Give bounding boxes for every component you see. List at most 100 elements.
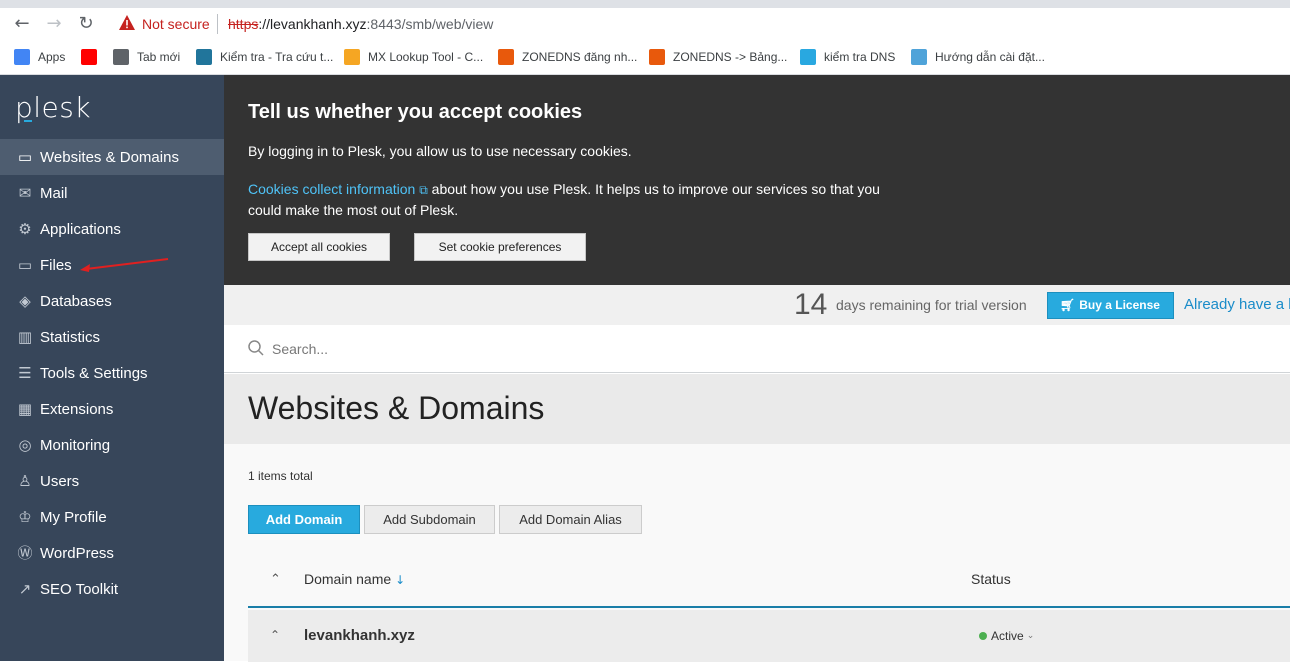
sidebar-item-mail[interactable]: ✉ Mail (0, 175, 224, 211)
bookmark-item[interactable]: Apps (14, 48, 65, 66)
sidebar-item-label: Extensions (40, 400, 114, 418)
column-domain-name[interactable]: Domain name ↓ (304, 571, 405, 587)
add-domain-button[interactable]: Add Domain (248, 505, 360, 534)
sidebar-item-tools-settings[interactable]: ☰ Tools & Settings (0, 355, 224, 391)
warning-icon[interactable] (118, 14, 136, 32)
collapse-all-icon[interactable]: ⌃ (270, 572, 281, 587)
sidebar-item-applications[interactable]: ⚙ Applications (0, 211, 224, 247)
bar-chart-icon: ▥ (17, 328, 33, 346)
sidebar-item-monitoring[interactable]: ◎ Monitoring (0, 427, 224, 463)
sidebar-item-label: Applications (40, 220, 121, 238)
bookmark-label: MX Lookup Tool - C... (368, 50, 484, 64)
seo-icon: ↗ (18, 580, 32, 598)
sidebar-item-statistics[interactable]: ▥ Statistics (0, 319, 224, 355)
sidebar-item-label: Files (40, 256, 72, 274)
wordpress-icon: Ⓦ (17, 544, 33, 562)
annotation-arrow (80, 258, 169, 272)
accept-cookies-button[interactable]: Accept all cookies (248, 233, 390, 261)
already-have-license-link[interactable]: Already have a li (1184, 296, 1290, 313)
sidebar-item-label: Tools & Settings (40, 364, 148, 382)
bookmarks-bar: Apps Tab mới Kiểm tra - Tra cứu t... MX Loo… (0, 38, 1290, 75)
sidebar: plesk ▭ Websites & Domains ✉ Mail ⚙ Applicati… (0, 75, 224, 661)
trial-days-count: 14 (794, 288, 828, 321)
sidebar-item-label: Mail (40, 184, 68, 202)
dns-check-icon (800, 49, 816, 65)
sidebar-item-websites-domains[interactable]: ▭ Websites & Domains (0, 139, 224, 175)
trial-bar: 14 days remaining for trial version 🛒︎ Bu… (224, 285, 1290, 325)
bookmark-label: Kiểm tra - Tra cứu t... (220, 50, 334, 64)
sidebar-item-label: Statistics (40, 328, 101, 346)
bookmark-label: kiểm tra DNS (824, 50, 896, 64)
sidebar-item-label: Databases (40, 292, 112, 310)
url-path: :8443/smb/web/view (366, 16, 494, 32)
sidebar-item-extensions[interactable]: ▦ Extensions (0, 391, 224, 427)
cart-icon: 🛒︎ (1060, 298, 1076, 312)
bookmark-item[interactable]: ZONEDNS đăng nh... (498, 48, 637, 66)
domain-name[interactable]: levankhanh.xyz (304, 627, 415, 644)
cookie-info-text: Cookies collect information ⧉ about how … (248, 179, 898, 220)
browser-address-bar: ← → ↻ Not secure https://levankhanh.xyz:… (0, 0, 1290, 38)
bookmark-item[interactable]: MX Lookup Tool - C... (344, 48, 483, 66)
not-secure-label[interactable]: Not secure (142, 16, 210, 32)
dns-icon (649, 49, 665, 65)
table-header: ⌃ Domain name ↓ Status (248, 556, 1290, 608)
wordpress-icon (196, 49, 212, 65)
cookie-title: Tell us whether you accept cookies (248, 101, 583, 123)
domains-list: 1 items total Add Domain Add Subdomain A… (224, 444, 1290, 662)
buy-license-button[interactable]: 🛒︎ Buy a License (1047, 292, 1174, 319)
chevron-down-icon: ⌄ (1026, 631, 1035, 641)
sliders-icon: ☰ (18, 364, 32, 382)
address-separator (217, 14, 218, 34)
cookie-info-link[interactable]: Cookies collect information ⧉ (248, 181, 428, 197)
page-header: Websites & Domains (224, 374, 1290, 444)
add-subdomain-button[interactable]: Add Subdomain (364, 505, 495, 534)
extensions-icon: ▦ (17, 400, 33, 418)
reload-icon[interactable]: ↻ (75, 13, 97, 35)
status-dropdown[interactable]: Active ⌄ (979, 629, 1034, 643)
status-dot-icon (979, 632, 987, 640)
buy-license-label: Buy a License (1079, 298, 1160, 312)
user-icon: ♙ (18, 472, 32, 490)
sidebar-item-wordpress[interactable]: Ⓦ WordPress (0, 535, 224, 571)
back-icon[interactable]: ← (11, 13, 33, 35)
cookie-banner: Tell us whether you accept cookies By lo… (224, 75, 1290, 285)
bookmark-item[interactable]: Kiểm tra - Tra cứu t... (196, 48, 333, 66)
monitor-icon: ▭ (17, 148, 33, 166)
search-input[interactable] (272, 337, 872, 361)
url-text[interactable]: https://levankhanh.xyz:8443/smb/web/view (228, 16, 493, 32)
globe-icon (113, 49, 129, 65)
bookmark-item[interactable]: ZONEDNS -> Bảng... (649, 48, 787, 66)
mail-icon: ✉ (18, 184, 32, 202)
sidebar-item-label: Websites & Domains (40, 148, 179, 166)
column-status[interactable]: Status (971, 571, 1011, 587)
sidebar-item-label: WordPress (40, 544, 114, 562)
sidebar-item-seo-toolkit[interactable]: ↗ SEO Toolkit (0, 571, 224, 607)
youtube-icon (81, 49, 97, 65)
apps-grid-icon (14, 49, 30, 65)
forward-icon[interactable]: → (43, 13, 65, 35)
sidebar-item-label: Monitoring (40, 436, 111, 454)
status-label: Active (991, 629, 1024, 643)
sidebar-item-my-profile[interactable]: ♔ My Profile (0, 499, 224, 535)
tab-strip (1040, 0, 1290, 8)
sidebar-item-databases[interactable]: ◈ Databases (0, 283, 224, 319)
expand-row-icon[interactable]: ⌃ (270, 628, 280, 642)
table-row[interactable]: ⌃ levankhanh.xyz Active ⌄ (248, 610, 1290, 662)
cookie-info-link-label: Cookies collect information (248, 181, 416, 197)
add-domain-alias-button[interactable]: Add Domain Alias (499, 505, 642, 534)
bookmark-item[interactable]: Tab mới (113, 48, 180, 66)
bookmark-item[interactable] (81, 48, 105, 66)
sidebar-item-label: My Profile (40, 508, 107, 526)
bookmark-item[interactable]: kiểm tra DNS (800, 48, 895, 66)
cookie-preferences-button[interactable]: Set cookie preferences (414, 233, 586, 261)
logo-accent (24, 120, 32, 122)
folder-icon: ▭ (17, 256, 33, 274)
search-icon (248, 340, 264, 356)
sidebar-item-users[interactable]: ♙ Users (0, 463, 224, 499)
monitoring-icon: ◎ (18, 436, 32, 454)
items-total: 1 items total (248, 469, 313, 483)
bookmark-label: ZONEDNS đăng nh... (522, 50, 638, 64)
sidebar-item-label: Users (40, 472, 80, 490)
stack-icon (911, 49, 927, 65)
bookmark-item[interactable]: Hướng dẫn cài đặt... (911, 48, 1045, 66)
